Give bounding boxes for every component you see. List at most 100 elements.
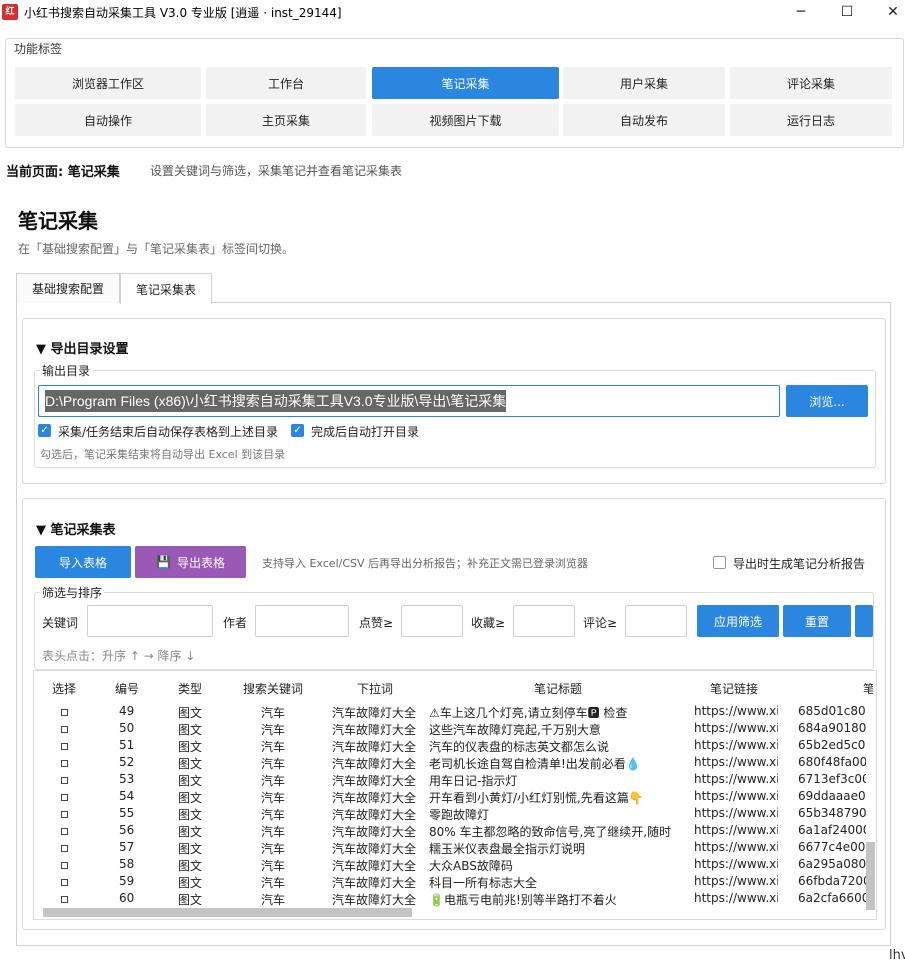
cell-keyword: 汽车 bbox=[261, 774, 286, 788]
cell-type: 图文 bbox=[178, 723, 203, 737]
auto-save-checkbox[interactable]: ✓ bbox=[38, 424, 51, 437]
output-path-input[interactable]: D:\Program Files (x86)\小红书搜索自动采集工具V3.0专业… bbox=[38, 385, 780, 417]
cell-id: 57 bbox=[119, 840, 135, 854]
row-select-checkbox[interactable] bbox=[61, 709, 68, 716]
cell-note-id: 6a1af24000 bbox=[798, 823, 866, 837]
func-tab-homepage-collect[interactable]: 主页采集 bbox=[206, 104, 366, 136]
collects-label: 收藏≥ bbox=[471, 616, 506, 630]
row-select-checkbox[interactable] bbox=[61, 828, 68, 835]
import-table-button[interactable]: 导入表格 bbox=[35, 546, 131, 578]
more-filter-button[interactable] bbox=[855, 605, 873, 637]
note-table-title[interactable]: ▼ 笔记采集表 bbox=[36, 519, 116, 538]
cell-type: 图文 bbox=[178, 740, 203, 754]
cell-keyword: 汽车 bbox=[261, 740, 286, 754]
row-select-checkbox[interactable] bbox=[61, 879, 68, 886]
func-tab-user-collect[interactable]: 用户采集 bbox=[563, 67, 725, 99]
cell-id: 60 bbox=[119, 891, 135, 905]
cell-link: https://www.xi bbox=[694, 874, 778, 888]
th-id[interactable]: 编号 bbox=[115, 680, 139, 697]
cell-link: https://www.xi bbox=[694, 738, 778, 752]
cell-type: 图文 bbox=[178, 791, 203, 805]
cell-title: 这些汽车故障灯亮起,千万别大意 bbox=[429, 723, 601, 737]
cell-dropword: 汽车故障灯大全 bbox=[332, 893, 417, 907]
th-keyword[interactable]: 搜索关键词 bbox=[243, 680, 303, 697]
cell-link: https://www.xi bbox=[694, 789, 778, 803]
row-select-checkbox[interactable] bbox=[61, 777, 68, 784]
row-select-checkbox[interactable] bbox=[61, 811, 68, 818]
cell-id: 52 bbox=[119, 755, 135, 769]
cell-keyword: 汽车 bbox=[261, 859, 286, 873]
row-select-checkbox[interactable] bbox=[61, 862, 68, 869]
cell-link: https://www.xi bbox=[694, 840, 778, 854]
cell-title: 80% 车主都忽略的致命信号,亮了继续开,随时 bbox=[429, 825, 672, 839]
row-select-checkbox[interactable] bbox=[61, 845, 68, 852]
cell-note-id: 65b3487900 bbox=[798, 806, 866, 820]
cell-id: 59 bbox=[119, 874, 135, 888]
cell-dropword: 汽车故障灯大全 bbox=[332, 774, 417, 788]
tab-basic-search-config[interactable]: 基础搜索配置 bbox=[16, 273, 120, 303]
th-link[interactable]: 笔记链接 bbox=[710, 680, 758, 697]
cell-title: 🔋电瓶亏电前兆!别等半路打不着火 bbox=[429, 893, 617, 907]
th-dropword[interactable]: 下拉词 bbox=[357, 680, 393, 697]
collects-input[interactable] bbox=[513, 605, 575, 637]
cell-keyword: 汽车 bbox=[261, 757, 286, 771]
func-tab-media-download[interactable]: 视频图片下载 bbox=[372, 104, 559, 136]
th-type[interactable]: 类型 bbox=[178, 680, 202, 697]
cell-dropword: 汽车故障灯大全 bbox=[332, 859, 417, 873]
horizontal-scrollbar[interactable] bbox=[43, 908, 412, 917]
page-title: 笔记采集 bbox=[18, 209, 98, 233]
export-table-button[interactable]: 💾 导出表格 bbox=[135, 546, 246, 578]
page-subtitle: 在「基础搜索配置」与「笔记采集表」标签间切换。 bbox=[18, 242, 295, 256]
export-dir-title[interactable]: ▼ 导出目录设置 bbox=[36, 338, 129, 357]
cell-dropword: 汽车故障灯大全 bbox=[332, 791, 417, 805]
cell-keyword: 汽车 bbox=[261, 808, 286, 822]
func-tab-auto-publish[interactable]: 自动发布 bbox=[563, 104, 725, 136]
tab-note-table[interactable]: 笔记采集表 bbox=[120, 273, 212, 304]
row-select-checkbox[interactable] bbox=[61, 794, 68, 801]
cell-note-id: 6a2cfa6600 bbox=[798, 891, 866, 905]
row-select-checkbox[interactable] bbox=[61, 726, 68, 733]
auto-open-dir-checkbox[interactable]: ✓ bbox=[291, 424, 304, 437]
th-select[interactable]: 选择 bbox=[52, 680, 76, 697]
func-tab-comment-collect[interactable]: 评论采集 bbox=[730, 67, 892, 99]
cell-keyword: 汽车 bbox=[261, 706, 286, 720]
th-title[interactable]: 笔记标题 bbox=[534, 680, 582, 697]
keyword-input[interactable] bbox=[87, 605, 213, 637]
current-page-label: 当前页面: 笔记采集 bbox=[6, 165, 120, 180]
cell-link: https://www.xi bbox=[694, 772, 778, 786]
minimize-button[interactable]: ─ bbox=[778, 0, 824, 24]
cell-link: https://www.xi bbox=[694, 755, 778, 769]
func-tab-run-log[interactable]: 运行日志 bbox=[730, 104, 892, 136]
cell-title: ⚠车上这几个灯亮,请立刻停车🅿 检查 bbox=[429, 706, 628, 720]
cell-type: 图文 bbox=[178, 893, 203, 907]
cell-dropword: 汽车故障灯大全 bbox=[332, 706, 417, 720]
cell-dropword: 汽车故障灯大全 bbox=[332, 825, 417, 839]
func-tab-auto-operate[interactable]: 自动操作 bbox=[15, 104, 201, 136]
reset-button[interactable]: 重置 bbox=[783, 605, 851, 637]
report-label: 导出时生成笔记分析报告 bbox=[733, 557, 866, 571]
row-select-checkbox[interactable] bbox=[61, 743, 68, 750]
cell-title: 大众ABS故障码 bbox=[429, 859, 513, 873]
cell-note-id: 66fbda7200 bbox=[798, 874, 866, 888]
browse-button[interactable]: 浏览... bbox=[786, 385, 868, 417]
cell-link: https://www.xi bbox=[694, 857, 778, 871]
th-id-col[interactable]: 笔 bbox=[863, 680, 873, 697]
row-select-checkbox[interactable] bbox=[61, 896, 68, 903]
vertical-scrollbar[interactable] bbox=[866, 842, 875, 910]
author-input[interactable] bbox=[255, 605, 349, 637]
cell-title: 糯玉米仪表盘最全指示灯说明 bbox=[429, 842, 586, 856]
cell-keyword: 汽车 bbox=[261, 842, 286, 856]
func-tab-browser-workspace[interactable]: 浏览器工作区 bbox=[15, 67, 201, 99]
apply-filter-button[interactable]: 应用筛选 bbox=[697, 605, 779, 637]
keyword-label: 关键词 bbox=[42, 616, 79, 630]
cell-type: 图文 bbox=[178, 757, 203, 771]
maximize-button[interactable]: ☐ bbox=[824, 0, 870, 24]
close-button[interactable]: ✕ bbox=[870, 0, 905, 24]
func-tab-workbench[interactable]: 工作台 bbox=[206, 67, 366, 99]
comments-input[interactable] bbox=[625, 605, 687, 637]
row-select-checkbox[interactable] bbox=[61, 760, 68, 767]
cell-type: 图文 bbox=[178, 808, 203, 822]
likes-input[interactable] bbox=[401, 605, 463, 637]
report-checkbox[interactable] bbox=[713, 556, 726, 569]
func-tab-note-collect[interactable]: 笔记采集 bbox=[372, 67, 559, 99]
